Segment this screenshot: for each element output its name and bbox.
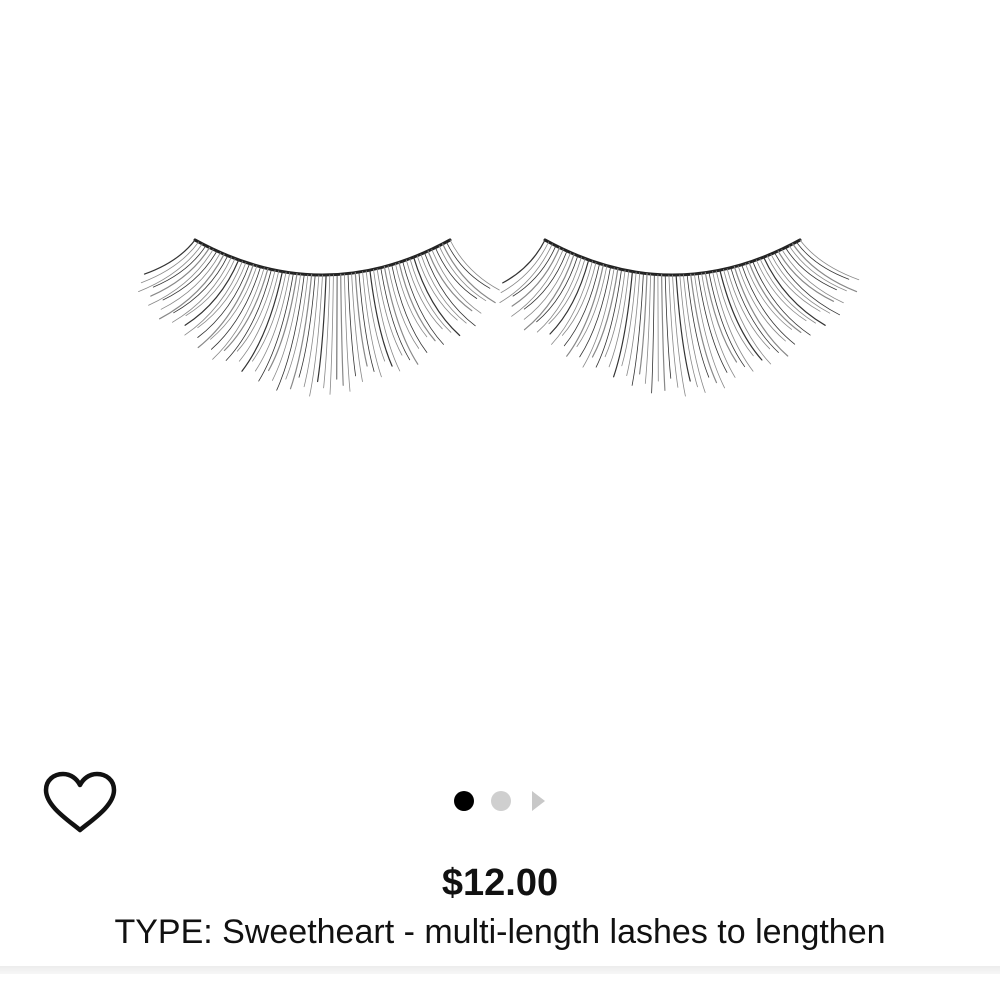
right-lash-strip	[499, 238, 860, 397]
image-carousel-indicators	[450, 787, 550, 815]
chevron-right-icon[interactable]	[532, 791, 545, 811]
product-price: $12.00	[441, 862, 559, 904]
heart-outline-icon	[43, 771, 117, 833]
product-card: $12.00 TYPE: Sweetheart - multi-length l…	[0, 0, 1000, 1000]
bottom-divider	[0, 966, 1000, 974]
favorite-button[interactable]	[40, 770, 120, 836]
carousel-dot[interactable]	[491, 791, 511, 811]
product-type-description: TYPE: Sweetheart - multi-length lashes t…	[114, 913, 886, 951]
false-eyelashes-image	[138, 238, 860, 397]
carousel-dot-active[interactable]	[454, 791, 474, 811]
left-lash-strip	[138, 238, 500, 397]
